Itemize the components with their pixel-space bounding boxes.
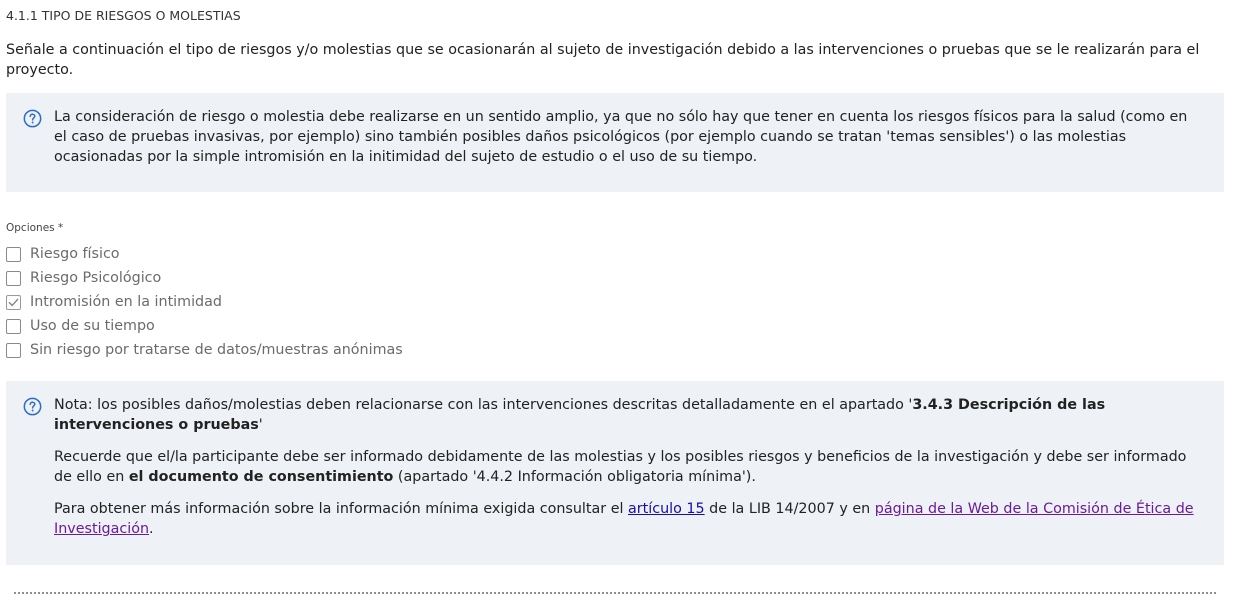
checkbox[interactable] <box>6 246 21 262</box>
checkbox[interactable] <box>6 270 21 286</box>
note-text: Nota: los posibles daños/molestias deben… <box>54 397 913 413</box>
help-circle-icon <box>23 397 42 416</box>
option-riesgo-fisico[interactable]: Riesgo físico <box>6 242 403 266</box>
section-divider <box>14 592 1216 594</box>
note-text: de la LIB 14/2007 y en <box>704 501 875 517</box>
option-intromision-intimidad[interactable]: Intromisión en la intimidad <box>6 290 403 314</box>
options-checkbox-group: Riesgo físico Riesgo Psicológico Intromi… <box>6 242 403 362</box>
option-label: Riesgo Psicológico <box>30 270 162 286</box>
option-label: Intromisión en la intimidad <box>30 294 222 310</box>
option-sin-riesgo[interactable]: Sin riesgo por tratarse de datos/muestra… <box>6 338 403 362</box>
section-title: 4.1.1 TIPO DE RIESGOS O MOLESTIAS <box>6 8 241 23</box>
option-riesgo-psicologico[interactable]: Riesgo Psicológico <box>6 266 403 290</box>
option-uso-tiempo[interactable]: Uso de su tiempo <box>6 314 403 338</box>
option-label: Riesgo físico <box>30 246 120 262</box>
help-circle-icon <box>23 109 42 128</box>
note-text: (apartado '4.4.2 Información obligatoria… <box>393 469 756 485</box>
note-text: Para obtener más información sobre la in… <box>54 501 629 517</box>
option-label: Uso de su tiempo <box>30 318 155 334</box>
checkmark-icon <box>8 298 19 306</box>
note-paragraph-2: Recuerde que el/la participante debe ser… <box>54 447 1204 487</box>
checkbox[interactable] <box>6 318 21 334</box>
section-intro: Señale a continuación el tipo de riesgos… <box>6 42 1200 78</box>
option-label: Sin riesgo por tratarse de datos/muestra… <box>30 342 403 358</box>
note-text: . <box>149 521 154 537</box>
info-box-risk-consideration: La consideración de riesgo o molestia de… <box>6 93 1224 192</box>
note-text: ' <box>258 417 263 433</box>
note-bold-consent: el documento de consentimiento <box>128 469 394 485</box>
checkbox-checked[interactable] <box>6 294 21 310</box>
link-articulo-15[interactable]: artículo 15 <box>628 501 705 517</box>
info-box-text: La consideración de riesgo o molestia de… <box>54 109 1188 165</box>
options-label: Opciones * <box>6 222 64 234</box>
note-paragraph-3: Para obtener más información sobre la in… <box>54 499 1204 539</box>
info-box-note: Nota: los posibles daños/molestias deben… <box>6 381 1224 565</box>
note-paragraph-1: Nota: los posibles daños/molestias deben… <box>54 395 1204 435</box>
checkbox[interactable] <box>6 342 21 358</box>
